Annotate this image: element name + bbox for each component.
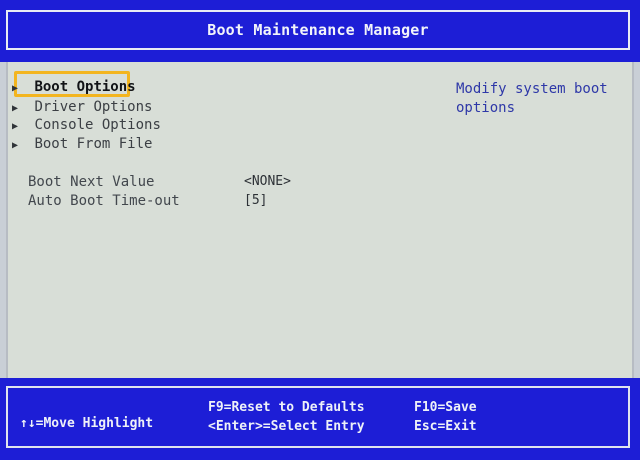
menu-item-boot-from-file[interactable]: ▶ Boot From File xyxy=(12,135,152,153)
footer-frame: ↑↓=Move Highlight F9=Reset to Defaults <… xyxy=(6,386,630,448)
menu-item-label: Boot Options xyxy=(34,79,136,95)
save-hint: F10=Save xyxy=(414,400,477,415)
auto-boot-timeout-label: Auto Boot Time-out xyxy=(28,193,180,209)
main-content: ▶ Boot Options ▶ Driver Options ▶ Consol… xyxy=(6,62,634,378)
help-text: Modify system boot options xyxy=(456,81,608,116)
footer-bar: ↑↓=Move Highlight F9=Reset to Defaults <… xyxy=(0,378,640,460)
arrow-right-icon: ▶ xyxy=(12,140,19,151)
header-frame: Boot Maintenance Manager xyxy=(6,10,630,50)
menu-item-label: Boot From File xyxy=(34,136,153,152)
menu-item-label: Driver Options xyxy=(34,99,153,115)
select-entry-hint: <Enter>=Select Entry xyxy=(208,419,365,434)
arrow-right-icon: ▶ xyxy=(12,83,19,94)
arrow-right-icon: ▶ xyxy=(12,121,19,132)
move-highlight-hint: ↑↓=Move Highlight xyxy=(20,416,154,431)
boot-next-value-label: Boot Next Value xyxy=(28,174,155,190)
exit-hint: Esc=Exit xyxy=(414,419,477,434)
header-bar: Boot Maintenance Manager xyxy=(0,0,640,62)
bios-screen: Boot Maintenance Manager ▶ Boot Options … xyxy=(0,0,640,460)
menu-item-console-options[interactable]: ▶ Console Options xyxy=(12,116,161,134)
boot-next-value-field[interactable]: <NONE> xyxy=(244,173,291,191)
menu-item-driver-options[interactable]: ▶ Driver Options xyxy=(12,98,152,116)
menu-item-boot-options[interactable]: ▶ Boot Options xyxy=(12,78,136,96)
menu-item-label: Console Options xyxy=(34,117,161,133)
reset-defaults-hint: F9=Reset to Defaults xyxy=(208,400,365,415)
auto-boot-timeout-field[interactable]: [5] xyxy=(244,192,267,210)
page-title: Boot Maintenance Manager xyxy=(207,21,429,39)
